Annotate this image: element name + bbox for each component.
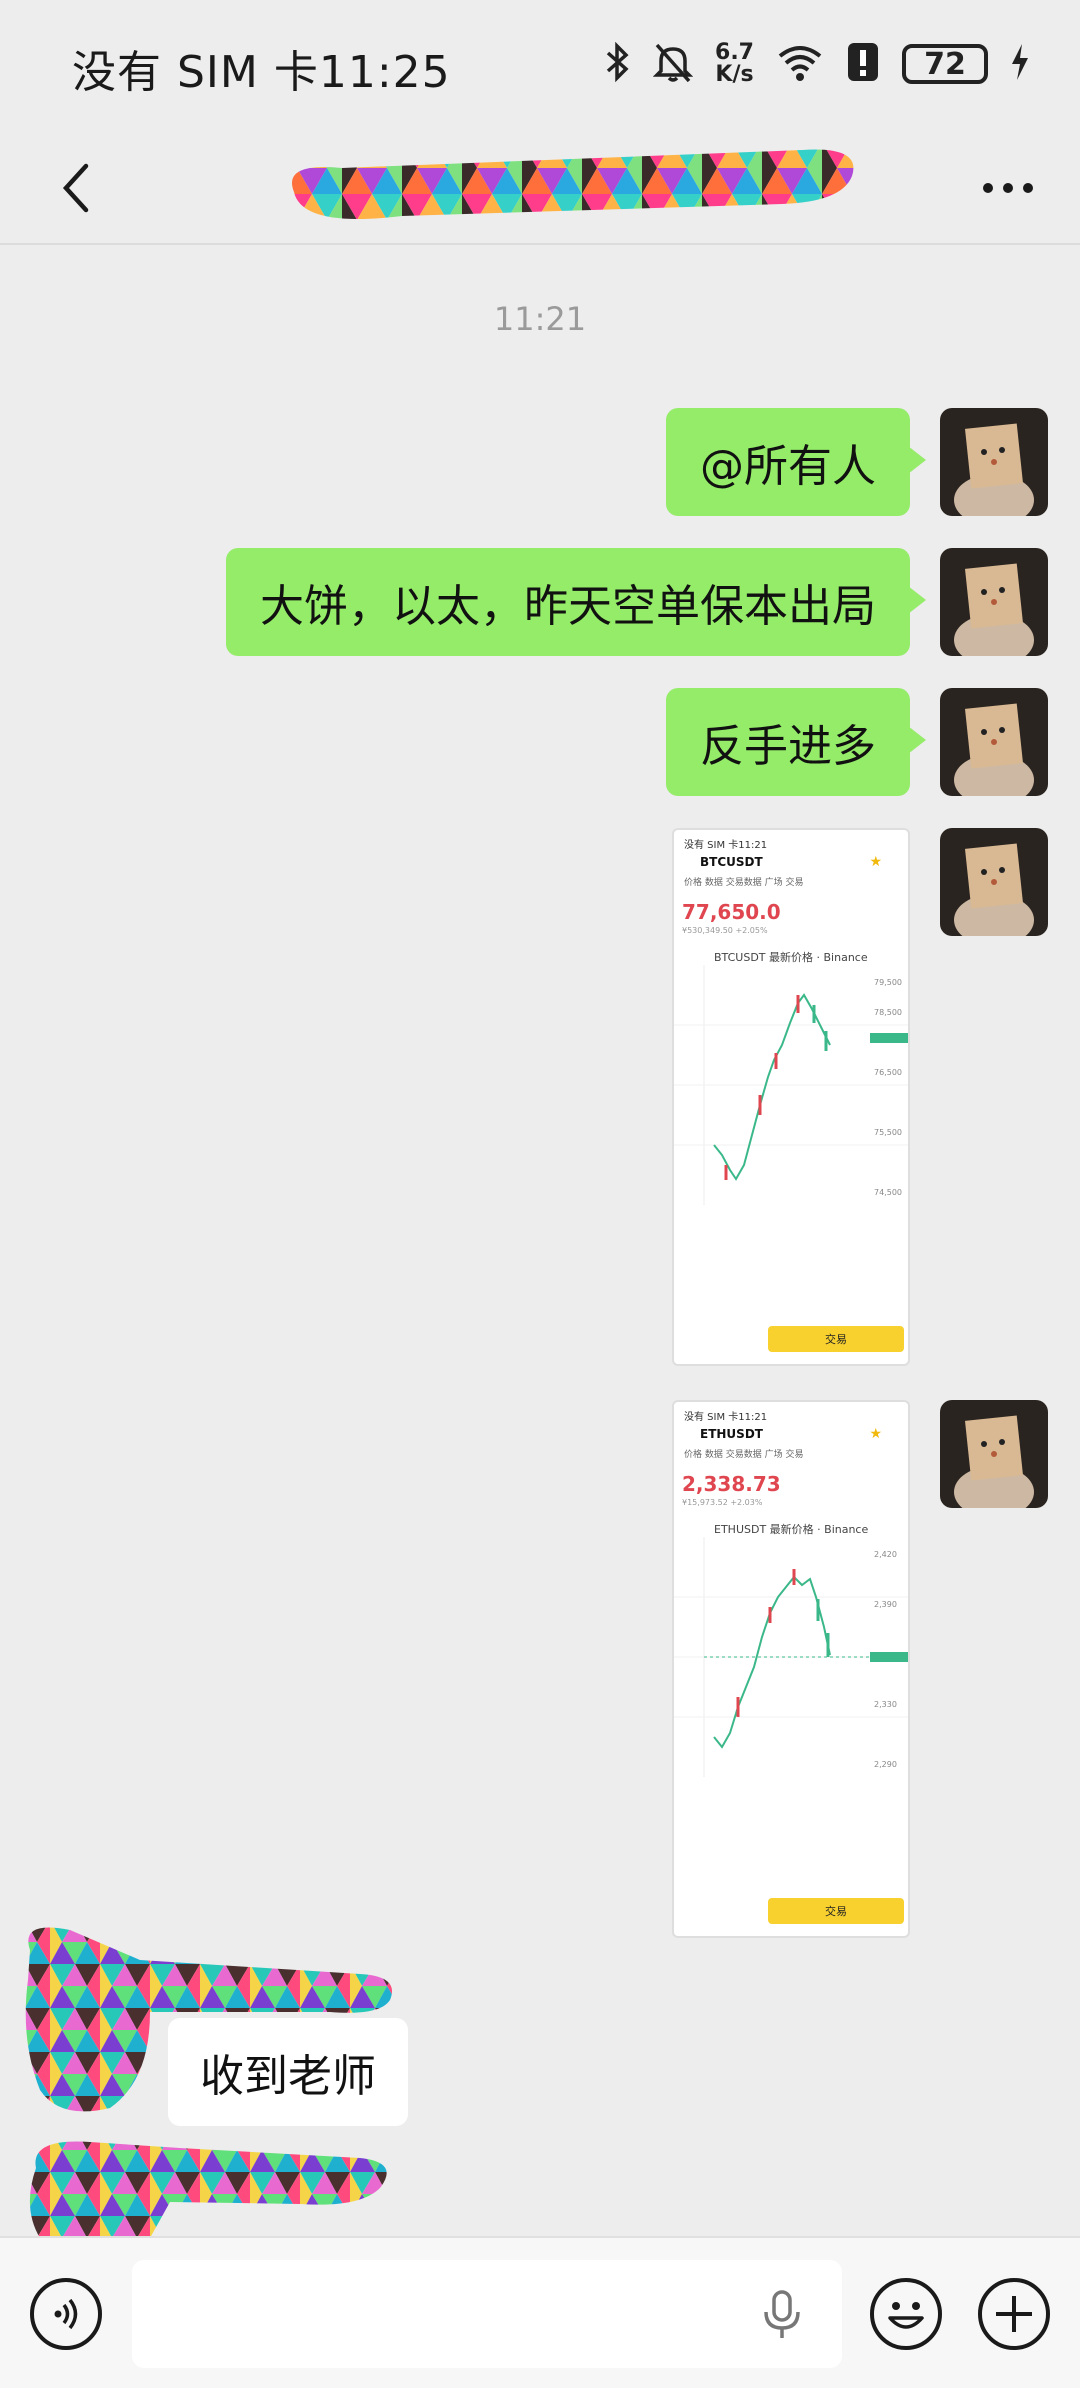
my-avatar[interactable] [940,408,1048,516]
mic-icon [764,2290,800,2338]
svg-text:74,500: 74,500 [874,1188,902,1197]
emoji-button[interactable] [870,2278,942,2350]
my-avatar[interactable] [940,828,1048,936]
shot-status: 没有 SIM 卡11:21 [684,840,768,851]
svg-text:79,500: 79,500 [874,978,902,987]
incoming-sender-redacted-2 [0,2128,420,2238]
chat-title-redacted [282,142,858,232]
chat-header [0,130,1080,245]
svg-text:2,420: 2,420 [874,1550,897,1559]
svg-text:75,500: 75,500 [874,1128,902,1137]
candlestick-chart: 2,420 2,390 2,330 2,290 [674,1537,908,1777]
incoming-message-bubble[interactable]: 收到老师 [168,2018,408,2126]
back-button[interactable] [36,148,116,228]
status-bar: 没有 SIM 卡11:25 6.7 K/s 72 [0,0,1080,130]
shot-price: 2,338.73 [682,1472,781,1496]
shot-trade-button: 交易 [768,1326,904,1352]
battery-indicator: 72 [902,44,988,84]
shot-pair-label: ETHUSDT [700,1427,763,1441]
voice-toggle-button[interactable] [30,2278,102,2350]
voice-icon [54,2298,78,2330]
image-message-eth-chart[interactable]: 没有 SIM 卡11:21 ETHUSDT ★ 价格 数据 交易数据 广场 交易 … [672,1400,910,1938]
shot-pair: BTCUSDT ★ [674,851,908,870]
shot-price: 77,650.0 [682,900,781,924]
star-icon: ★ [869,1426,882,1442]
net-speed-value: 6.7 [715,40,754,65]
my-avatar[interactable] [940,1400,1048,1508]
shot-pair-label: BTCUSDT [700,855,763,869]
chat-input-bar [0,2236,1080,2388]
candlestick-chart: 79,500 78,500 76,500 75,500 74,500 [674,965,908,1205]
more-options-button[interactable] [968,148,1048,228]
my-avatar[interactable] [940,548,1048,656]
message-input[interactable] [132,2260,842,2368]
message-bubble-short-exit[interactable]: 大饼，以太，昨天空单保本出局 [226,548,926,656]
wifi-icon [776,42,824,86]
svg-text:78,500: 78,500 [874,1008,902,1017]
my-avatar[interactable] [940,688,1048,796]
message-bubble-mention-all[interactable]: @所有人 [666,408,926,516]
charging-icon [1010,42,1030,86]
more-functions-button[interactable] [978,2278,1050,2350]
emoji-icon [888,2302,924,2329]
svg-text:76,500: 76,500 [874,1068,902,1077]
message-bubble-go-long[interactable]: 反手进多 [666,688,926,796]
mic-button[interactable] [762,2290,802,2344]
chevron-left-icon [62,163,89,213]
net-speed-unit: K/s [715,62,754,87]
svg-text:2,390: 2,390 [874,1600,897,1609]
more-dots-icon [983,183,1033,193]
shot-tabs: 价格 数据 交易数据 广场 交易 [684,878,804,888]
image-message-btc-chart[interactable]: 没有 SIM 卡11:21 BTCUSDT ★ 价格 数据 交易数据 广场 交易 … [672,828,910,1366]
svg-text:2,330: 2,330 [874,1700,897,1709]
shot-chart-title: ETHUSDT 最新价格 · Binance [714,1523,869,1536]
status-icons: 6.7 K/s 72 [605,36,1030,92]
shot-pair: ETHUSDT ★ [674,1423,908,1442]
bluetooth-icon [605,41,631,87]
network-speed: 6.7 K/s [715,42,754,86]
star-icon: ★ [869,854,882,870]
svg-text:2,290: 2,290 [874,1760,897,1769]
mute-icon [652,41,694,87]
status-carrier-time: 没有 SIM 卡11:25 [72,47,451,98]
shot-tabs: 价格 数据 交易数据 广场 交易 [684,1450,804,1460]
shot-trade-button: 交易 [768,1898,904,1924]
shot-sub: ¥15,973.52 +2.03% [682,1498,763,1507]
shot-chart-title: BTCUSDT 最新价格 · Binance [714,951,868,964]
plus-icon [996,2296,1032,2332]
alert-icon [846,41,880,87]
message-timestamp: 11:21 [493,300,587,338]
shot-status: 没有 SIM 卡11:21 [684,1412,768,1423]
shot-sub: ¥530,349.50 +2.05% [682,926,768,935]
